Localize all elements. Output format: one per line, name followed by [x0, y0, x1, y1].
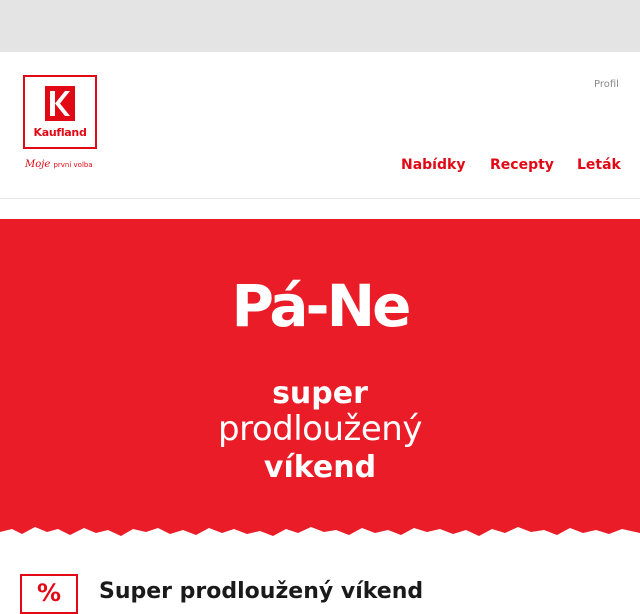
- header-divider: [0, 198, 640, 199]
- hero-line-vikend: víkend: [263, 450, 377, 485]
- profile-link[interactable]: Profil: [594, 79, 619, 90]
- nav-item-nabidky[interactable]: Nabídky: [401, 157, 465, 177]
- logo-wordmark: Kaufland: [33, 126, 87, 139]
- tagline-small: první volba: [53, 161, 93, 169]
- tagline-main: Moje: [25, 159, 51, 170]
- nav-item-recepty[interactable]: Recepty: [490, 157, 554, 177]
- promo-badge-text: %: [36, 579, 62, 607]
- torn-paper-edge: [0, 527, 640, 550]
- browser-top-bar: [0, 0, 640, 52]
- kaufland-logo[interactable]: Kaufland: [23, 75, 97, 149]
- tagline: Moje první volba: [25, 159, 93, 170]
- hero-line-super: super: [272, 376, 368, 411]
- nav-item-letak[interactable]: Leták: [577, 157, 621, 177]
- promo-title: Super prodloužený víkend: [99, 579, 424, 604]
- hero-title: Pá-Ne: [231, 272, 411, 340]
- hero-line-prodlouzeny: prodloužený: [218, 409, 422, 449]
- hero-banner[interactable]: Pá-Ne super prodloužený víkend: [0, 219, 640, 550]
- promo-percent-icon: %: [20, 574, 78, 614]
- site-header: Kaufland Moje první volba Profil Nabídky…: [0, 52, 640, 198]
